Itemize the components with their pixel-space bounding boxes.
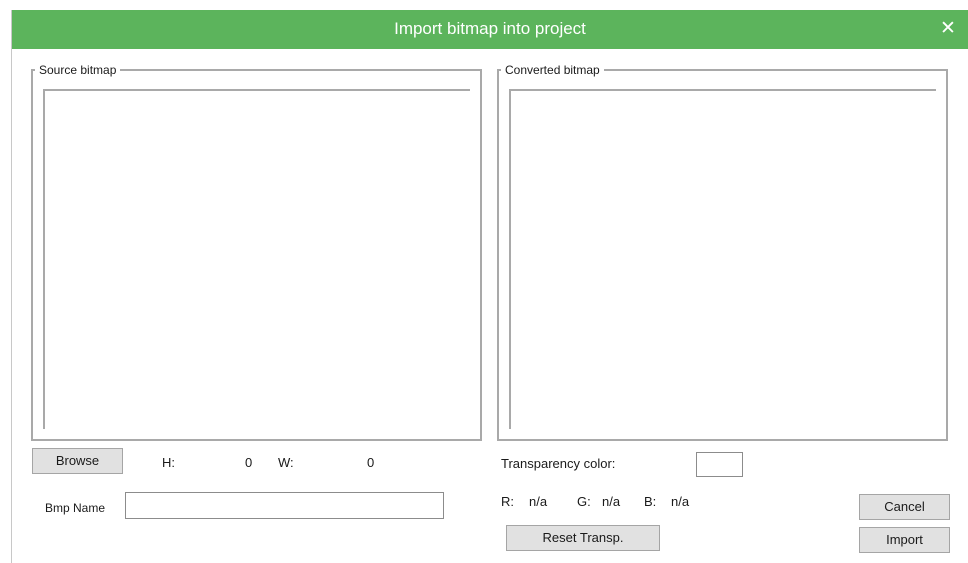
source-bitmap-preview	[43, 89, 470, 429]
width-label: W:	[278, 455, 294, 470]
width-value: 0	[367, 455, 375, 470]
transparency-color-label: Transparency color:	[501, 456, 616, 471]
bmp-name-label: Bmp Name	[45, 501, 106, 515]
g-label: G:	[577, 494, 591, 509]
close-icon[interactable]: ✕	[937, 18, 959, 40]
b-value: n/a	[671, 494, 690, 509]
dialog-title: Import bitmap into project	[394, 19, 586, 38]
converted-bitmap-preview	[509, 89, 936, 429]
bmp-name-input[interactable]	[125, 492, 444, 519]
b-label: B:	[644, 494, 657, 509]
source-bitmap-legend: Source bitmap	[39, 63, 117, 77]
browse-button[interactable]: Browse	[32, 448, 123, 474]
g-value: n/a	[602, 494, 621, 509]
converted-bitmap-legend: Converted bitmap	[505, 63, 600, 77]
title-bar: Import bitmap into project ✕	[12, 10, 968, 49]
converted-bitmap-group: Converted bitmap	[497, 63, 948, 441]
import-button[interactable]: Import	[859, 527, 950, 553]
import-bitmap-dialog: Import bitmap into project ✕ Source bitm…	[11, 10, 968, 563]
reset-transparency-button[interactable]: Reset Transp.	[506, 525, 660, 551]
source-bitmap-group: Source bitmap	[31, 63, 482, 441]
r-value: n/a	[529, 494, 548, 509]
cancel-button[interactable]: Cancel	[859, 494, 950, 520]
height-value: 0	[245, 455, 253, 470]
r-label: R:	[501, 494, 514, 509]
transparency-color-swatch[interactable]	[696, 452, 743, 477]
height-label: H:	[162, 455, 175, 470]
